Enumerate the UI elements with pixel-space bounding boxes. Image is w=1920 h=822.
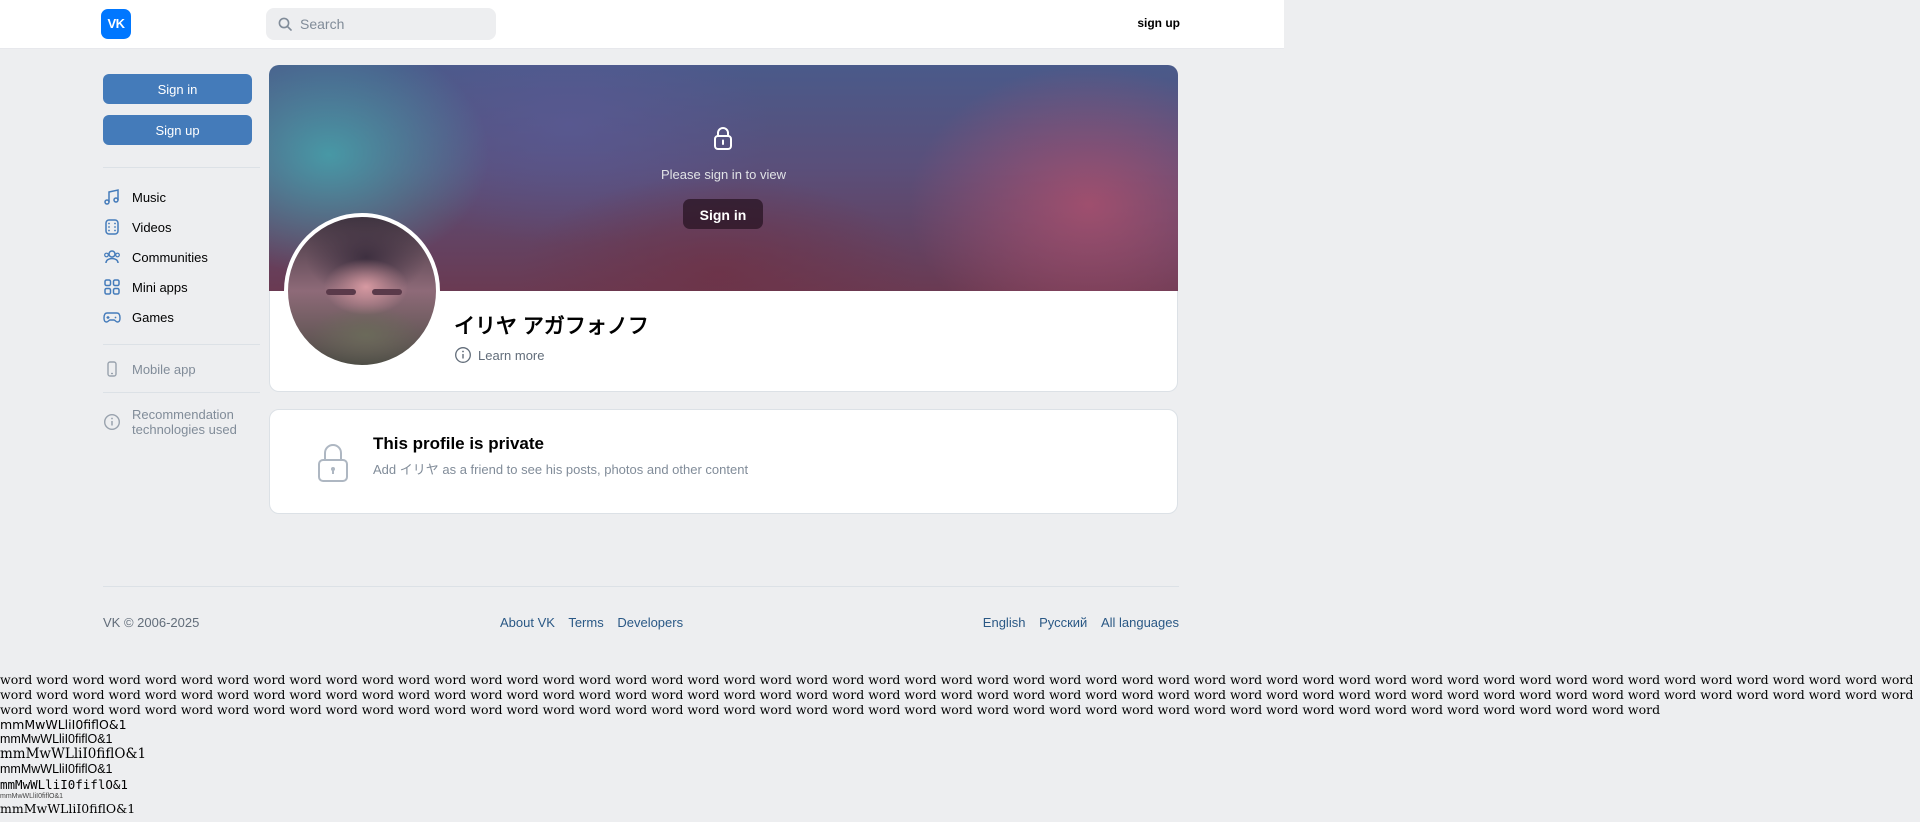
footer-divider [103,586,1179,587]
sidebar-item-label: Games [132,309,174,325]
language-english[interactable]: English [983,615,1026,630]
sidebar-item-label: Mobile app [132,361,196,377]
sidebar-signin-button[interactable]: Sign in [103,74,252,104]
footer-link-terms[interactable]: Terms [568,615,603,630]
lock-icon [714,127,732,150]
font-sample: mmMwWLliI0fiflO&1 [0,746,147,762]
language-all[interactable]: All languages [1101,615,1179,630]
sidebar-item-recommendation[interactable]: Recommendation technologies used [103,407,263,439]
search-icon [278,17,292,31]
sidebar-divider [103,344,260,345]
learn-more-link[interactable]: Learn more [454,346,544,364]
font-sample: mmMwWLliI0fiflO&1 [0,732,113,746]
sidebar-item-mini-apps[interactable]: Mini apps [103,276,263,298]
font-sample: mmMwWLliI0fiflO&1 [0,762,113,776]
private-profile-title: This profile is private [373,434,544,453]
sidebar-item-label: Mini apps [132,279,188,295]
video-icon [105,219,119,235]
gamepad-icon [103,312,121,323]
sidebar-item-music[interactable]: Music [103,186,263,208]
sidebar-item-videos[interactable]: Videos [103,216,263,238]
language-russian[interactable]: Русский [1039,615,1087,630]
cover-signin-prompt: Please sign in to view [660,167,786,182]
mobile-phone-icon [107,361,117,377]
grid-icon [104,279,120,295]
cover-signin-button[interactable]: Sign in [683,199,763,229]
sidebar-item-label: Music [132,189,166,205]
avatar[interactable] [284,213,440,369]
footer-link-developers[interactable]: Developers [617,615,683,630]
users-icon [104,250,120,264]
recommendation-line-2: technologies used [132,422,237,437]
learn-more-label: Learn more [478,347,545,363]
footer-copyright: VK © 2006-2025 [103,615,200,630]
footer-link-about[interactable]: About VK [500,615,555,630]
recommendation-line-1: Recommendation [132,407,234,422]
sidebar-divider [103,392,260,393]
sidebar-item-mobile-app[interactable]: Mobile app [103,358,263,380]
sidebar-item-label: Videos [132,219,172,235]
top-bar: VK sign up [0,0,1284,49]
music-note-icon [104,189,119,205]
vk-logo[interactable]: VK [101,9,131,39]
info-icon [103,413,121,431]
search-box[interactable] [266,8,496,40]
font-sample: mmMwWLliI0fiflO&1 [0,777,128,792]
private-profile-subtitle: Add イリヤ as a friend to see his posts, ph… [373,462,749,477]
search-input[interactable] [300,8,486,40]
footer-links: About VK Terms Developers [500,615,683,630]
lock-icon [318,444,348,482]
sidebar-item-label: Communities [132,249,208,265]
sidebar-divider [103,167,260,168]
font-sample: mmMwWLliI0fiflO&1 [0,717,127,732]
sidebar-item-communities[interactable]: Communities [103,246,263,268]
footer-languages: English Русский All languages [983,615,1179,630]
sidebar-item-games[interactable]: Games [103,306,263,328]
font-samples: mmMwWLliI0fiflO&1 mmMwWLliI0fiflO&1 mmMw… [0,717,146,816]
font-sample: mmMwWLliI0fiflO&1 [0,801,136,816]
signup-link[interactable]: sign up [1110,16,1180,30]
font-sample: mmMwWLliI0fiflO&1 [0,793,64,800]
sidebar-signup-button[interactable]: Sign up [103,115,252,145]
info-icon [455,347,471,363]
profile-name: イリヤ アガフォノフ [454,315,649,338]
debug-word-line: word word word word word word word word … [0,672,1914,717]
